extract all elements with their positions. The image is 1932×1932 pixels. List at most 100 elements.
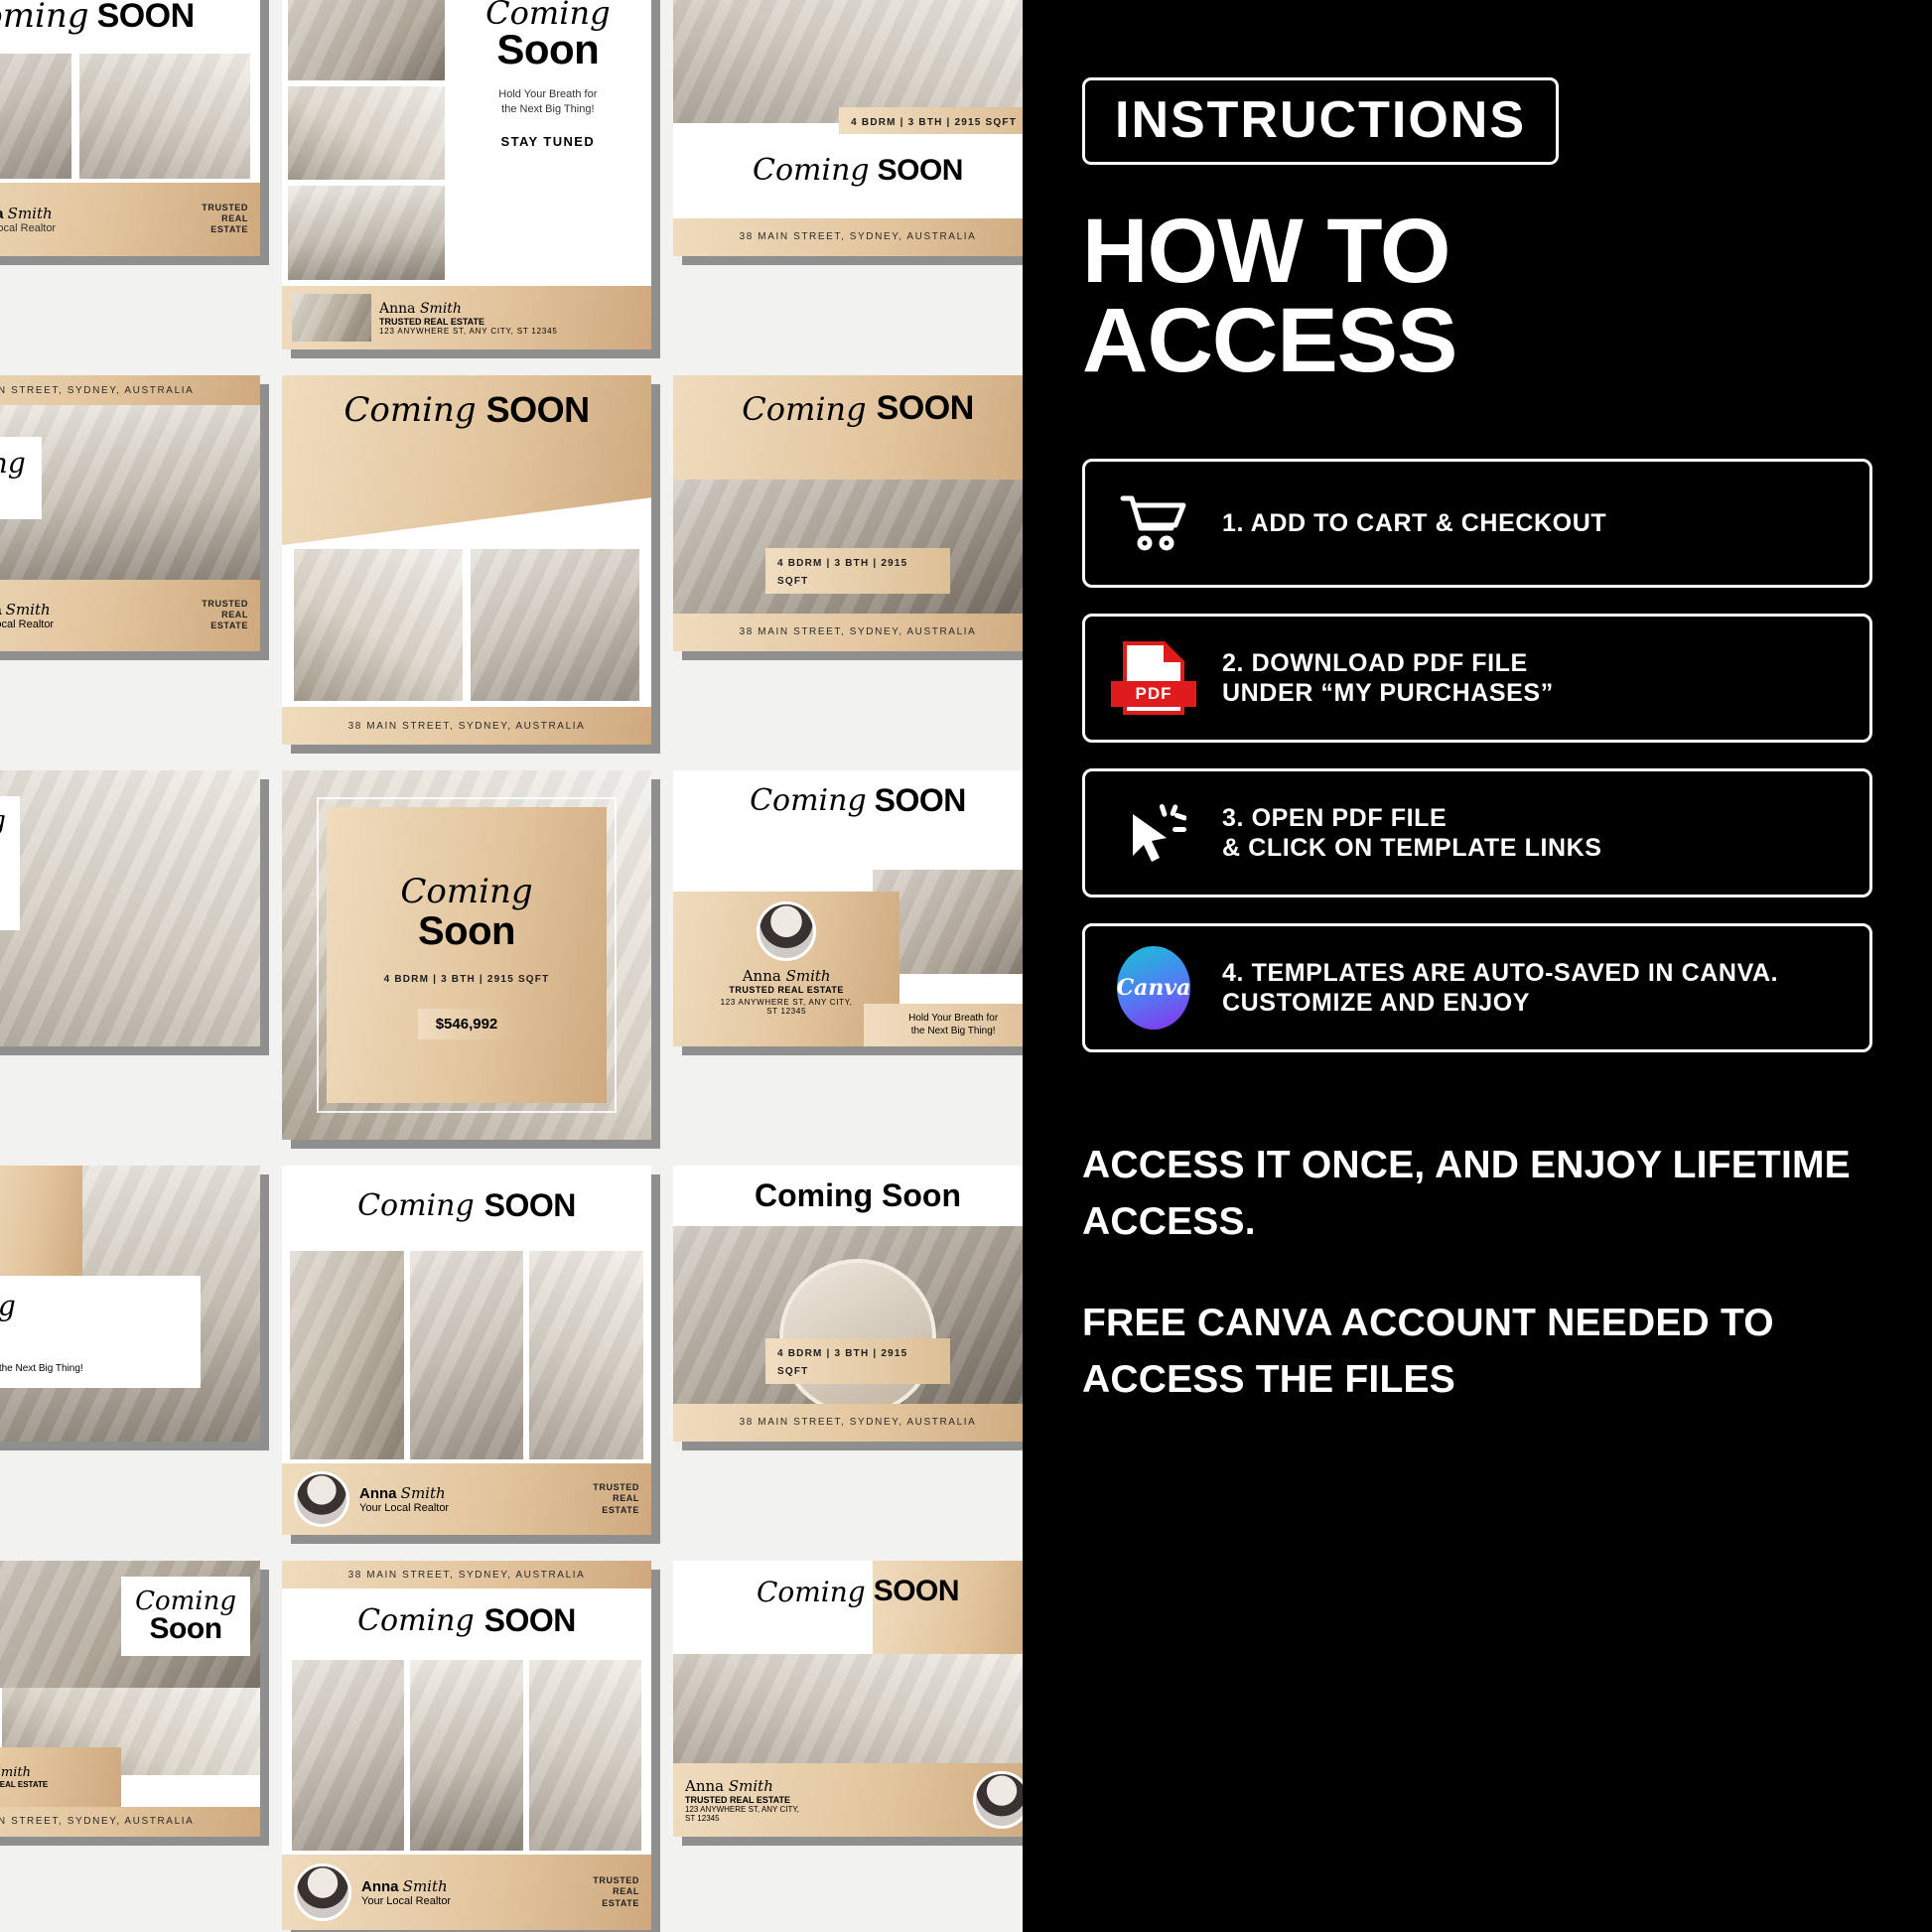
realtor-role: Your Local Realtor [0, 618, 55, 630]
headline-script: Coming [357, 1602, 475, 1638]
trusted-label: TRUSTED REAL ESTATE [593, 1875, 639, 1908]
headline-soon: SOON [877, 153, 964, 187]
template-card[interactable]: Coming SOON Anna Smith TRUSTED REAL ESTA… [673, 1561, 1023, 1837]
headline-soon: SOON [483, 1601, 577, 1638]
headline-script: Coming [0, 447, 26, 480]
template-card[interactable]: Coming Soon Hold Your Breath forthe Next… [0, 770, 260, 1046]
template-card[interactable]: 4 BDRM | 3 BTH | 2915 SQFT Coming SOON 3… [673, 0, 1023, 256]
headline-script: Coming [742, 389, 867, 428]
realtor-role: Your Local Realtor [0, 221, 57, 234]
realtor-tagline: TRUSTED REAL ESTATE [729, 985, 844, 996]
cursor-click-icon [1111, 800, 1196, 866]
address: 38 MAIN STREET, SYDNEY, AUSTRALIA [347, 720, 586, 732]
headline-script: Coming [0, 0, 89, 36]
closing-line-1: ACCESS IT ONCE, AND ENJOY LIFETIME ACCES… [1082, 1144, 1851, 1243]
template-card[interactable]: Coming SOON 38 MAIN STREET, SYDNEY, AUST… [282, 375, 651, 745]
headline-soon: Soon [0, 1316, 185, 1353]
template-card[interactable]: Coming SOON Anna Smith Your Local Realto… [282, 1166, 651, 1535]
canva-logo-icon: Canva [1111, 946, 1196, 1031]
headline-soon: SOON [96, 0, 196, 35]
headline-script: Coming [753, 153, 870, 189]
page-root: Coming SOON Anna Smith Your Local Realto… [0, 0, 1932, 1932]
template-grid: Coming SOON Anna Smith Your Local Realto… [0, 0, 1023, 1932]
steps-list: 1. ADD TO CART & CHECKOUT PDF 2. DOWNLOA… [1082, 459, 1872, 1053]
instructions-panel: INSTRUCTIONS HOW TO ACCESS 1. ADD TO CAR… [1023, 0, 1932, 1932]
property-spec: 4 BDRM | 3 BTH | 2915 SQFT [383, 973, 550, 985]
address: 123 ANYWHERE ST, ANY CITY, ST 12345 [720, 998, 853, 1017]
address: 38 MAIN STREET, SYDNEY, AUSTRALIA [0, 384, 195, 396]
page-title-line2: ACCESS [1082, 290, 1457, 392]
step-label: 2. DOWNLOAD PDF FILE UNDER “MY PURCHASES… [1222, 648, 1554, 708]
tagline: Hold Your Breath forthe Next Big Thing! [864, 1003, 1023, 1046]
headline-soon: SOON [483, 1187, 577, 1224]
step-open-pdf[interactable]: 3. OPEN PDF FILE & CLICK ON TEMPLATE LIN… [1082, 768, 1872, 898]
headline-script: Coming [756, 1575, 866, 1608]
page-title-line1: HOW TO [1082, 201, 1451, 302]
headline-soon: SOON [876, 389, 975, 427]
template-card[interactable]: Coming SOON Anna Smith Your Local Realto… [0, 0, 260, 256]
template-card[interactable]: Coming Soon Anna Smith TRUSTED REAL ESTA… [0, 1561, 260, 1837]
step-label: 1. ADD TO CART & CHECKOUT [1222, 509, 1607, 538]
address: 38 MAIN STREET, SYDNEY, AUSTRALIA [347, 1569, 586, 1581]
step-add-to-cart[interactable]: 1. ADD TO CART & CHECKOUT [1082, 459, 1872, 589]
address: 38 MAIN STREET, SYDNEY, AUSTRALIA [739, 231, 977, 243]
template-card[interactable]: Coming Soon 4 BDRM | 3 BTH | 2915 SQFT 3… [673, 1166, 1023, 1442]
template-card[interactable]: Coming Soon 4 BDRM | 3 BTH | 2915 SQFT $… [282, 770, 651, 1140]
trusted-label: TRUSTED REAL ESTATE [593, 1482, 639, 1515]
realtor-tagline: TRUSTED REAL ESTATE [379, 316, 485, 327]
headline-script: Coming [750, 783, 867, 818]
stay-tuned-label: STAY TUNED [0, 908, 6, 920]
template-card[interactable]: Coming SOON Anna Smith TRUSTED REAL ESTA… [673, 770, 1023, 1046]
property-spec: 4 BDRM | 3 BTH | 2915 SQFT [851, 116, 1017, 128]
realtor-role: Your Local Realtor [359, 1502, 450, 1514]
template-card[interactable]: Coming Soon Hold Your Breath for the Nex… [0, 1166, 260, 1442]
headline-soon: Soon [496, 26, 600, 72]
step-download-pdf[interactable]: PDF 2. DOWNLOAD PDF FILE UNDER “MY PURCH… [1082, 614, 1872, 744]
headline-soon: Soon [0, 476, 26, 509]
tagline: Hold Your Breath forthe Next Big Thing! [0, 874, 6, 900]
template-card[interactable]: 38 MAIN STREET, SYDNEY, AUSTRALIA Coming… [282, 1561, 651, 1930]
headline-soon: SOON [874, 782, 967, 818]
headline-plain: Coming Soon [755, 1177, 961, 1214]
headline-script: Coming [344, 390, 477, 430]
headline-script: Coming [357, 1188, 475, 1224]
instructions-badge-label: INSTRUCTIONS [1115, 91, 1526, 149]
realtor-tagline: TRUSTED REAL ESTATE [685, 1794, 791, 1805]
headline-soon: SOON [485, 389, 591, 430]
address: 123 ANYWHERE ST, ANY CITY, ST 12345 [379, 326, 558, 336]
realtor-name: Anna Smith [685, 1776, 773, 1795]
realtor-tagline: TRUSTED REAL ESTATE [0, 1779, 49, 1789]
headline-soon: Soon [0, 832, 6, 866]
template-card[interactable]: Coming Soon Hold Your Breath forthe Next… [282, 0, 651, 349]
headline-soon: Soon [149, 1612, 222, 1645]
realtor-name: Anna Smith [0, 204, 53, 222]
step-canva-autosave[interactable]: Canva 4. TEMPLATES ARE AUTO-SAVED IN CAN… [1082, 923, 1872, 1053]
headline-script: Coming [400, 871, 533, 911]
realtor-name: Anna Smith [359, 1484, 446, 1502]
tagline: Hold Your Breath for the Next Big Thing! [0, 1363, 83, 1375]
address: 38 MAIN STREET, SYDNEY, AUSTRALIA [0, 1816, 195, 1828]
headline-soon: SOON [873, 1575, 960, 1607]
realtor-name: Anna Smith [0, 1764, 32, 1780]
instructions-badge: INSTRUCTIONS [1082, 77, 1559, 165]
closing-text: ACCESS IT ONCE, AND ENJOY LIFETIME ACCES… [1082, 1138, 1872, 1408]
realtor-role: Your Local Realtor [361, 1895, 452, 1907]
template-card[interactable]: Coming SOON 4 BDRM | 3 BTH | 2915 SQFT 3… [673, 375, 1023, 651]
shopping-cart-icon [1111, 493, 1196, 553]
address: 123 ANYWHERE ST, ANY CITY, ST 12345 [685, 1804, 799, 1823]
stay-tuned-label: STAY TUNED [500, 133, 596, 149]
headline-soon: Soon [418, 908, 515, 953]
property-spec: 4 BDRM | 3 BTH | 2915 SQFT [777, 1347, 908, 1377]
property-spec: 4 BDRM | 3 BTH | 2915 SQFT [777, 557, 908, 587]
step-label: 3. OPEN PDF FILE & CLICK ON TEMPLATE LIN… [1222, 803, 1602, 863]
pdf-file-icon: PDF [1111, 640, 1196, 716]
realtor-name: Anna Smith [742, 967, 831, 986]
canva-badge-label: Canva [1116, 975, 1191, 1002]
template-card[interactable]: 38 MAIN STREET, SYDNEY, AUSTRALIA Coming… [0, 375, 260, 651]
step-label: 4. TEMPLATES ARE AUTO-SAVED IN CANVA. CU… [1222, 958, 1779, 1018]
template-mosaic: Coming SOON Anna Smith Your Local Realto… [0, 0, 1023, 1932]
tagline: Hold Your Breath forthe Next Big Thing! [498, 88, 598, 116]
trusted-label: TRUSTED REAL ESTATE [202, 598, 248, 631]
realtor-name: Anna Smith [361, 1877, 448, 1895]
headline-script: Coming [0, 806, 6, 836]
